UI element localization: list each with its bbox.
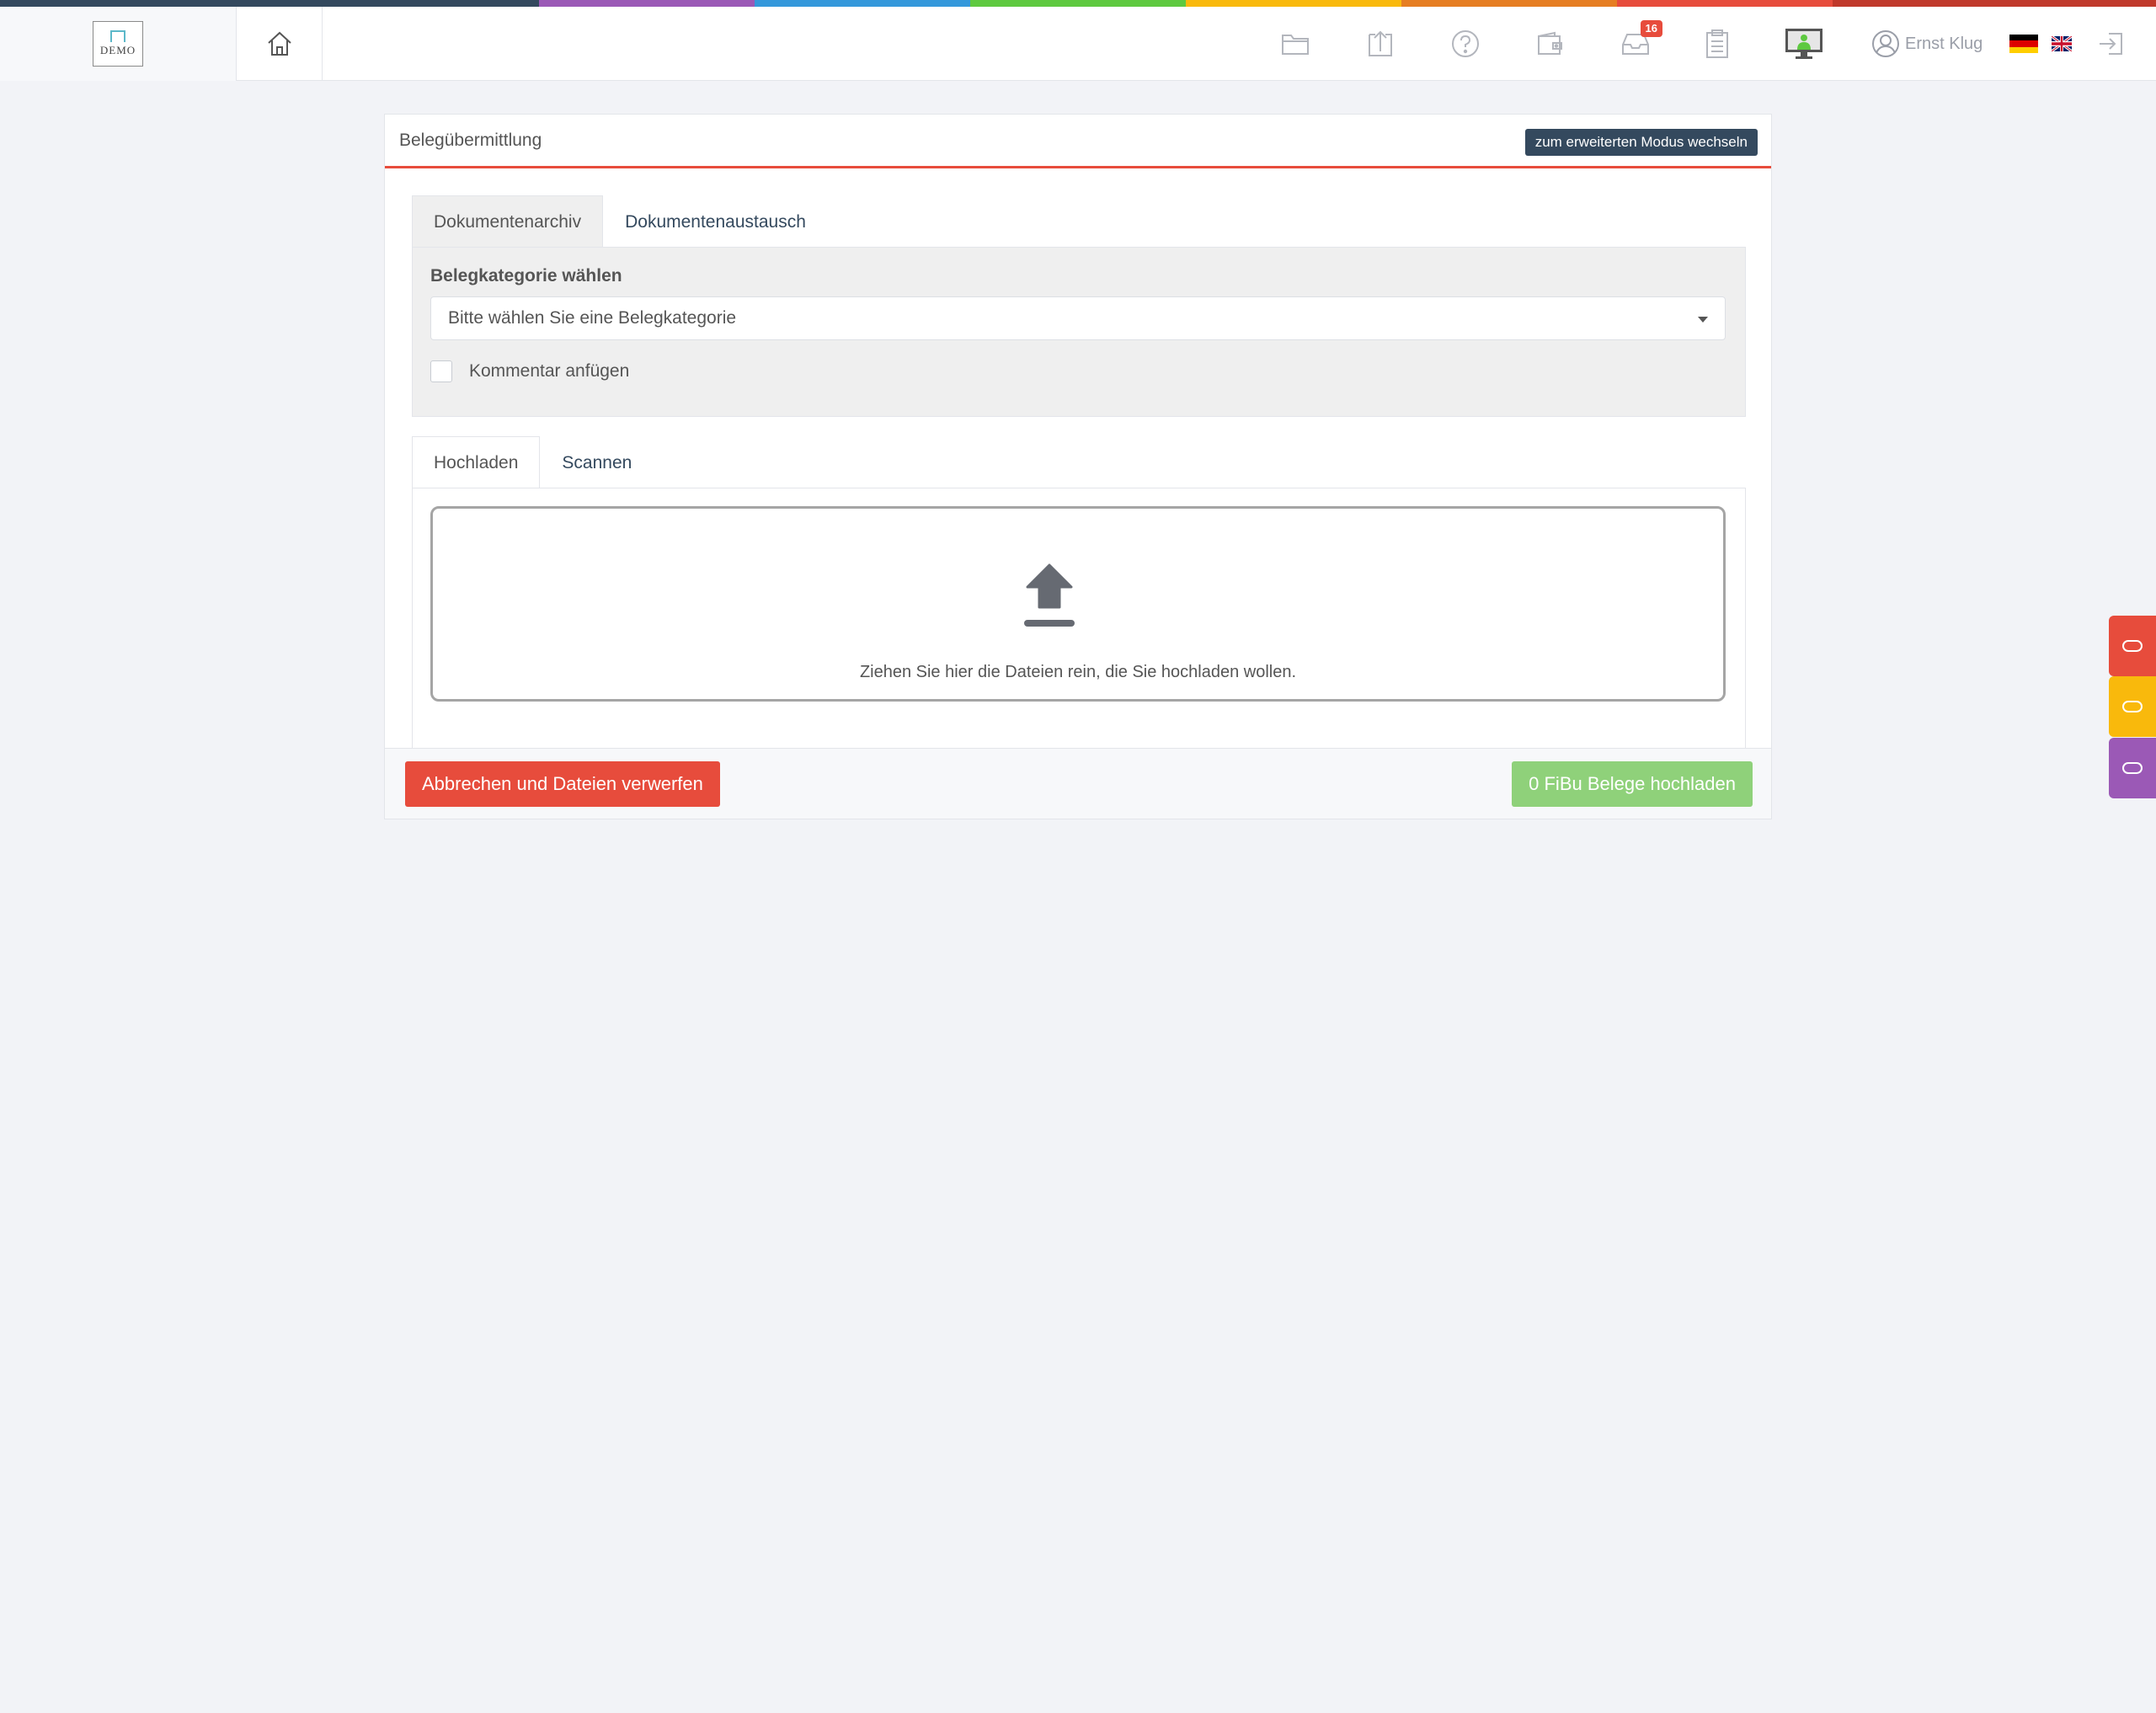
upload-icon [1369,30,1392,56]
tab-upload[interactable]: Hochladen [412,436,541,488]
side-tab-red[interactable] [2109,616,2156,676]
side-tab-purple[interactable] [2109,738,2156,798]
language-de-flag[interactable] [2009,35,2038,53]
user-menu[interactable]: Ernst Klug [1871,25,1983,62]
document-tabs: Dokumentenarchiv Dokumentenaustausch [412,195,828,248]
category-select-placeholder: Bitte wählen Sie eine Belegkategorie [448,308,737,328]
stripe-segment [0,0,539,7]
help-nav-button[interactable] [1447,25,1484,62]
comment-option[interactable]: Kommentar anfügen [430,360,629,382]
cancel-discard-button[interactable]: Abbrechen und Dateien verwerfen [405,761,720,807]
logo-mark [110,30,125,42]
ring-icon [2122,640,2143,652]
wallet-nav-button[interactable] [1532,25,1569,62]
home-icon [267,31,291,56]
stripe-segment [1401,0,1617,7]
inbox-badge: 16 [1640,20,1662,37]
card-footer: Abbrechen und Dateien verwerfen 0 FiBu B… [385,748,1771,819]
home-button[interactable] [237,7,323,81]
top-navbar: DEMO 16 Ernst Klug [0,7,2156,81]
side-tab-orange[interactable] [2109,676,2156,737]
stripe-segment [970,0,1186,7]
stripe-segment [755,0,970,7]
upload-arrow-icon [1024,563,1075,627]
comment-checkbox-label: Kommentar anfügen [469,361,630,381]
flag-band [2009,35,2038,41]
logo-text: DEMO [99,44,136,56]
logo-cell[interactable]: DEMO [0,7,237,81]
tab-scan[interactable]: Scannen [540,436,654,488]
ring-icon [2122,762,2143,774]
upload-panel: Ziehen Sie hier die Dateien rein, die Si… [412,488,1746,750]
user-avatar-icon [1872,30,1899,57]
stripe-segment [1617,0,1833,7]
monitor-icon [1785,29,1822,59]
clipboard-icon [1706,29,1728,58]
upload-nav-button[interactable] [1362,25,1399,62]
logout-icon [2100,33,2122,55]
comment-checkbox[interactable] [430,360,452,382]
flag-band [2009,40,2038,47]
remote-desktop-nav-button[interactable] [1782,25,1826,62]
logout-button[interactable] [2092,25,2129,62]
language-en-flag[interactable] [2052,36,2072,51]
top-color-stripe [0,0,2156,7]
tasks-nav-button[interactable] [1699,25,1736,62]
dropzone-text: Ziehen Sie hier die Dateien rein, die Si… [859,663,1297,681]
document-submission-card: Belegübermittlung zum erweiterten Modus … [384,114,1772,819]
help-icon [1452,30,1479,57]
chevron-down-icon [1698,317,1708,323]
category-select[interactable]: Bitte wählen Sie eine Belegkategorie [430,296,1726,340]
category-panel: Belegkategorie wählen Bitte wählen Sie e… [412,247,1746,417]
stripe-segment [539,0,755,7]
folder-icon [1282,35,1309,55]
stripe-segment [1186,0,1401,7]
tab-document-archive[interactable]: Dokumentenarchiv [412,195,604,248]
flag-band [2009,46,2038,53]
file-dropzone[interactable]: Ziehen Sie hier die Dateien rein, die Si… [430,506,1726,702]
upload-documents-button[interactable]: 0 FiBu Belege hochladen [1512,761,1753,807]
tab-document-exchange[interactable]: Dokumentenaustausch [603,195,828,248]
category-label: Belegkategorie wählen [430,266,622,286]
stripe-segment [1833,0,2156,7]
card-title: Belegübermittlung [399,131,542,150]
user-name: Ernst Klug [1905,34,1983,53]
ring-icon [2122,701,2143,712]
archive-nav-button[interactable] [1277,25,1314,62]
advanced-mode-button[interactable]: zum erweiterten Modus wechseln [1524,129,1758,156]
inbox-nav-button[interactable]: 16 [1617,20,1662,62]
card-header: Belegübermittlung zum erweiterten Modus … [385,115,1771,168]
company-logo: DEMO [93,21,143,67]
upload-tabs: Hochladen Scannen [412,436,654,488]
wallet-icon [1538,31,1562,55]
